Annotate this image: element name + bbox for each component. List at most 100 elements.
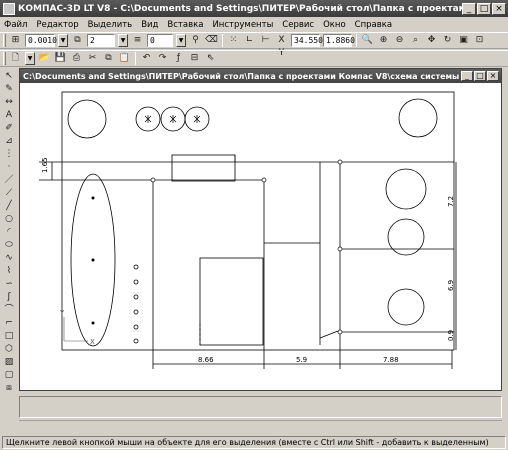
- paste-icon[interactable]: 📋: [118, 52, 131, 65]
- menu-tools[interactable]: Инструменты: [212, 20, 273, 30]
- menu-service[interactable]: Сервис: [282, 20, 314, 30]
- dim-label: 0.9: [447, 330, 455, 341]
- coord-x-field[interactable]: 34.5501: [291, 34, 328, 47]
- menu-bar: Файл Редактор Выделить Вид Вставка Инстр…: [0, 17, 508, 32]
- segment-tool-icon[interactable]: ╱: [3, 200, 15, 212]
- refresh-icon[interactable]: ↻: [441, 34, 454, 47]
- grid-dots-icon[interactable]: ⁙: [227, 34, 240, 47]
- style-field[interactable]: 0: [147, 34, 173, 47]
- style-dropdown[interactable]: ▼: [176, 34, 186, 47]
- toolbar-separator: [222, 34, 223, 47]
- minimize-button[interactable]: _: [462, 2, 476, 15]
- fixture-circle[interactable]: [387, 218, 425, 256]
- fixture-circle[interactable]: [398, 98, 438, 138]
- copy-icon[interactable]: ⧉: [102, 52, 115, 65]
- fixture-circle[interactable]: [385, 168, 427, 210]
- doc-maximize-button[interactable]: □: [474, 71, 486, 81]
- ellipse-tool-icon[interactable]: ⬭: [3, 239, 15, 251]
- chamfer-tool-icon[interactable]: ⌐: [3, 317, 15, 329]
- cut-icon[interactable]: ✂: [86, 52, 99, 65]
- app-title: КОМПАС-3D LT V8 - C:\Documents and Setti…: [18, 3, 462, 14]
- zoom-in-icon[interactable]: ⊕: [377, 34, 390, 47]
- circle-tool-icon[interactable]: ○: [3, 213, 15, 225]
- ortho-icon[interactable]: ∟: [243, 34, 256, 47]
- layer-dropdown[interactable]: ▼: [118, 34, 128, 47]
- maximize-button[interactable]: □: [477, 2, 491, 15]
- eraser-icon[interactable]: ⌫: [205, 34, 218, 47]
- snap-icon[interactable]: ⚲: [189, 34, 202, 47]
- properties-icon[interactable]: ⊟: [188, 52, 201, 65]
- document-window: C:\Documents and Settings\ПИТЕР\Рабочий …: [19, 68, 502, 391]
- new-doc-dropdown[interactable]: ▼: [25, 52, 35, 65]
- menu-insert[interactable]: Вставка: [167, 20, 203, 30]
- dimension-tool-icon[interactable]: ↔: [3, 96, 15, 108]
- new-doc-icon[interactable]: 🗋: [9, 52, 22, 65]
- open-folder-icon[interactable]: 📂: [38, 52, 51, 65]
- contour-tool-icon[interactable]: ▢: [3, 369, 15, 381]
- properties-panel: [19, 396, 502, 418]
- drawing-svg[interactable]: Y X 1.65 7.2 6.9 0.9 8.66 5.9 7.88: [20, 83, 501, 390]
- toolbar-separator: [135, 52, 136, 65]
- print-icon[interactable]: ⎙: [70, 52, 83, 65]
- fillet-tool-icon[interactable]: ⌒: [3, 304, 15, 316]
- menu-file[interactable]: Файл: [4, 20, 27, 30]
- step-field[interactable]: 0.0010: [25, 34, 57, 47]
- layers-icon[interactable]: ⧉: [71, 34, 84, 47]
- dim-label: 6.9: [447, 280, 455, 291]
- show-all-icon[interactable]: ▣: [457, 34, 470, 47]
- menu-help[interactable]: Справка: [355, 20, 392, 30]
- zoom-window-icon[interactable]: 🔍: [361, 34, 374, 47]
- curve-tool-icon[interactable]: ∽: [3, 278, 15, 290]
- close-button[interactable]: ×: [492, 2, 506, 15]
- drawing-canvas[interactable]: Y X 1.65 7.2 6.9 0.9 8.66 5.9 7.88: [20, 83, 501, 390]
- undo-icon[interactable]: ↶: [140, 52, 153, 65]
- equidistant-tool-icon[interactable]: ⧈: [3, 382, 15, 394]
- spline-tool-icon[interactable]: ∿: [3, 252, 15, 264]
- pan-icon[interactable]: ✥: [425, 34, 438, 47]
- help-pointer-icon[interactable]: ⇖: [204, 52, 217, 65]
- doc-minimize-button[interactable]: _: [461, 71, 473, 81]
- document-titlebar: C:\Documents and Settings\ПИТЕР\Рабочий …: [20, 69, 501, 83]
- menu-edit[interactable]: Редактор: [36, 20, 78, 30]
- fit-icon[interactable]: ⊡: [473, 34, 486, 47]
- redo-icon[interactable]: ↷: [156, 52, 169, 65]
- save-icon[interactable]: 💾: [54, 52, 67, 65]
- bezier-tool-icon[interactable]: ʃ: [3, 291, 15, 303]
- coord-y-field[interactable]: 1.8860: [323, 34, 355, 47]
- local-cs-icon[interactable]: ⊢: [259, 34, 272, 47]
- zoom-scale-icon[interactable]: ⌕: [409, 34, 422, 47]
- hatch-tool-icon[interactable]: ▨: [3, 356, 15, 368]
- coords-icon: X Y: [278, 35, 285, 58]
- fixture-circle[interactable]: [67, 99, 107, 139]
- dim-label: 8.66: [198, 356, 214, 364]
- polygon-tool-icon[interactable]: ⬡: [3, 343, 15, 355]
- zoom-out-icon[interactable]: ⊖: [393, 34, 406, 47]
- compact-toolbar: ↖ ✎ ↔ A ✐ ⊿ ⋮ · ／ ⟋ ╱ ○ ◜ ⬭ ∿ ⌇ ∽ ʃ ⌒ ⌐ …: [2, 70, 16, 393]
- toolbar-standard: 🗋 ▼ 📂 💾 ⎙ ✂ ⧉ 📋 ↶ ↷ ƒ ⊟ ⇖: [0, 50, 508, 67]
- fixture-circle[interactable]: [387, 288, 425, 326]
- symbol-tool-icon[interactable]: A: [3, 109, 15, 121]
- doc-close-button[interactable]: ×: [487, 71, 499, 81]
- room-outline[interactable]: [61, 91, 455, 351]
- edit-tool-icon[interactable]: ✐: [3, 122, 15, 134]
- menu-view[interactable]: Вид: [141, 20, 158, 30]
- function-icon[interactable]: ƒ: [172, 52, 185, 65]
- step-dropdown[interactable]: ▼: [58, 34, 68, 47]
- style-icon[interactable]: ≡: [131, 34, 144, 47]
- arc-tool-icon[interactable]: ◜: [3, 226, 15, 238]
- layer-field[interactable]: 2: [87, 34, 115, 47]
- rectangle-tool-icon[interactable]: □: [3, 330, 15, 342]
- params-tool-icon[interactable]: ⋮: [3, 148, 15, 160]
- geometry-tool-icon[interactable]: ✎: [3, 83, 15, 95]
- aux-line-tool-icon[interactable]: ⟋: [3, 187, 15, 199]
- dim-label: 7.88: [383, 356, 399, 364]
- measure-tool-icon[interactable]: ⊿: [3, 135, 15, 147]
- select-tool-icon[interactable]: ↖: [3, 70, 15, 82]
- grid-icon[interactable]: ⊞: [9, 34, 22, 47]
- polyline-tool-icon[interactable]: ⌇: [3, 265, 15, 277]
- dim-label: 5.9: [296, 356, 307, 364]
- line-tool-icon[interactable]: ／: [3, 174, 15, 186]
- menu-select[interactable]: Выделить: [88, 20, 133, 30]
- point-tool-icon[interactable]: ·: [3, 161, 15, 173]
- menu-window[interactable]: Окно: [323, 20, 346, 30]
